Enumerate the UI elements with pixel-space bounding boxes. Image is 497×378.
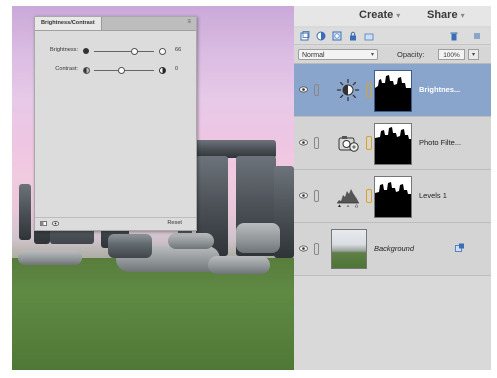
lock-all-icon[interactable] [348,31,358,41]
stone [19,184,31,240]
layer-link-icon [314,243,319,255]
panel-menu-icon[interactable] [472,31,482,41]
contrast-low-icon [83,67,90,74]
levels-icon [337,189,359,208]
mask-link-icon[interactable] [366,136,372,150]
layer-row-brightness[interactable]: Brightnes... [294,64,491,117]
new-layer-icon[interactable] [300,31,310,41]
layer-mask-thumbnail[interactable] [374,123,412,165]
layer-mask-thumbnail[interactable] [374,176,412,218]
layers-toolbar [294,28,491,45]
create-button[interactable]: Create ▾ [359,9,400,21]
brightness-value[interactable]: 66 [175,47,181,53]
fallen-stone [18,251,82,265]
mask-link-icon[interactable] [366,189,372,203]
blend-mode-select[interactable]: Normal ▾ [298,49,378,60]
opacity-dropdown[interactable]: ▾ [468,49,479,60]
contrast-label: Contrast: [55,66,78,72]
layer-name[interactable]: Brightnes... [419,85,460,94]
layer-name[interactable]: Photo Filte... [419,138,461,147]
brightness-row: Brightness: 66 [35,46,196,57]
visibility-eye-icon[interactable] [299,245,308,252]
create-label: Create [359,9,394,21]
brightness-contrast-panel[interactable]: Brightness/Contrast ≡ Brightness: 66 Con… [34,16,197,231]
blend-opacity-bar: Normal ▾ Opacity: 100% ▾ [294,47,491,64]
lock-transparent-icon[interactable] [364,31,374,41]
fallen-stone [236,223,280,253]
panel-tabbar: Brightness/Contrast ≡ [35,17,196,31]
contrast-slider-thumb[interactable] [118,67,125,74]
visibility-eye-icon[interactable] [52,221,59,226]
visibility-eye-icon[interactable] [299,139,308,146]
reset-button[interactable]: Reset [167,220,182,226]
visibility-eye-icon[interactable] [299,86,308,93]
clip-to-layer-icon[interactable] [40,221,47,226]
layer-name[interactable]: Background [374,244,414,253]
contrast-high-icon [159,67,166,74]
trash-icon[interactable] [449,31,459,41]
chevron-down-icon: ▾ [370,52,374,58]
layer-mask-icon[interactable] [332,31,342,41]
panel-footer: Reset [35,217,196,230]
layer-mask-thumbnail[interactable] [374,70,412,112]
layer-link-icon [314,84,319,96]
layer-link-icon [314,137,319,149]
panel-menu-icon[interactable]: ≡ [187,19,191,25]
lock-icon[interactable] [455,243,465,252]
visibility-eye-icon[interactable] [299,192,308,199]
layer-name[interactable]: Levels 1 [419,191,447,200]
opacity-field[interactable]: 100% [438,49,465,60]
layer-row-background[interactable]: Background [294,223,491,276]
brightness-label: Brightness: [50,47,78,53]
tab-brightness-contrast[interactable]: Brightness/Contrast [35,17,102,30]
chevron-down-icon: ▾ [460,11,465,20]
adjustment-layer-icon[interactable] [316,31,326,41]
brightness-slider[interactable] [94,51,154,52]
fallen-stone [208,256,270,274]
brightness-slider-thumb[interactable] [131,48,138,55]
brightness-low-icon [83,48,89,54]
fallen-stone [168,233,214,249]
layer-row-levels[interactable]: Levels 1 [294,170,491,223]
share-button[interactable]: Share ▾ [427,9,465,21]
chevron-down-icon: ▾ [396,11,401,20]
layer-link-icon [314,190,319,202]
fallen-stone [108,234,152,258]
brightness-icon [336,78,360,102]
opacity-label: Opacity: [397,50,425,59]
top-bar: Create ▾ Share ▾ [294,6,491,26]
mask-link-icon[interactable] [366,83,372,97]
photo-filter-icon [338,136,359,152]
background-thumbnail[interactable] [331,229,367,269]
brightness-high-icon [159,48,166,55]
layer-row-photo-filter[interactable]: Photo Filte... [294,117,491,170]
share-label: Share [427,9,458,21]
contrast-value[interactable]: 0 [175,66,178,72]
blend-mode-value: Normal [302,52,325,59]
grass-area [12,258,294,370]
contrast-row: Contrast: 0 [35,65,196,76]
layers-panel: Create ▾ Share ▾ Normal ▾ Opacity: 100% … [294,6,491,370]
